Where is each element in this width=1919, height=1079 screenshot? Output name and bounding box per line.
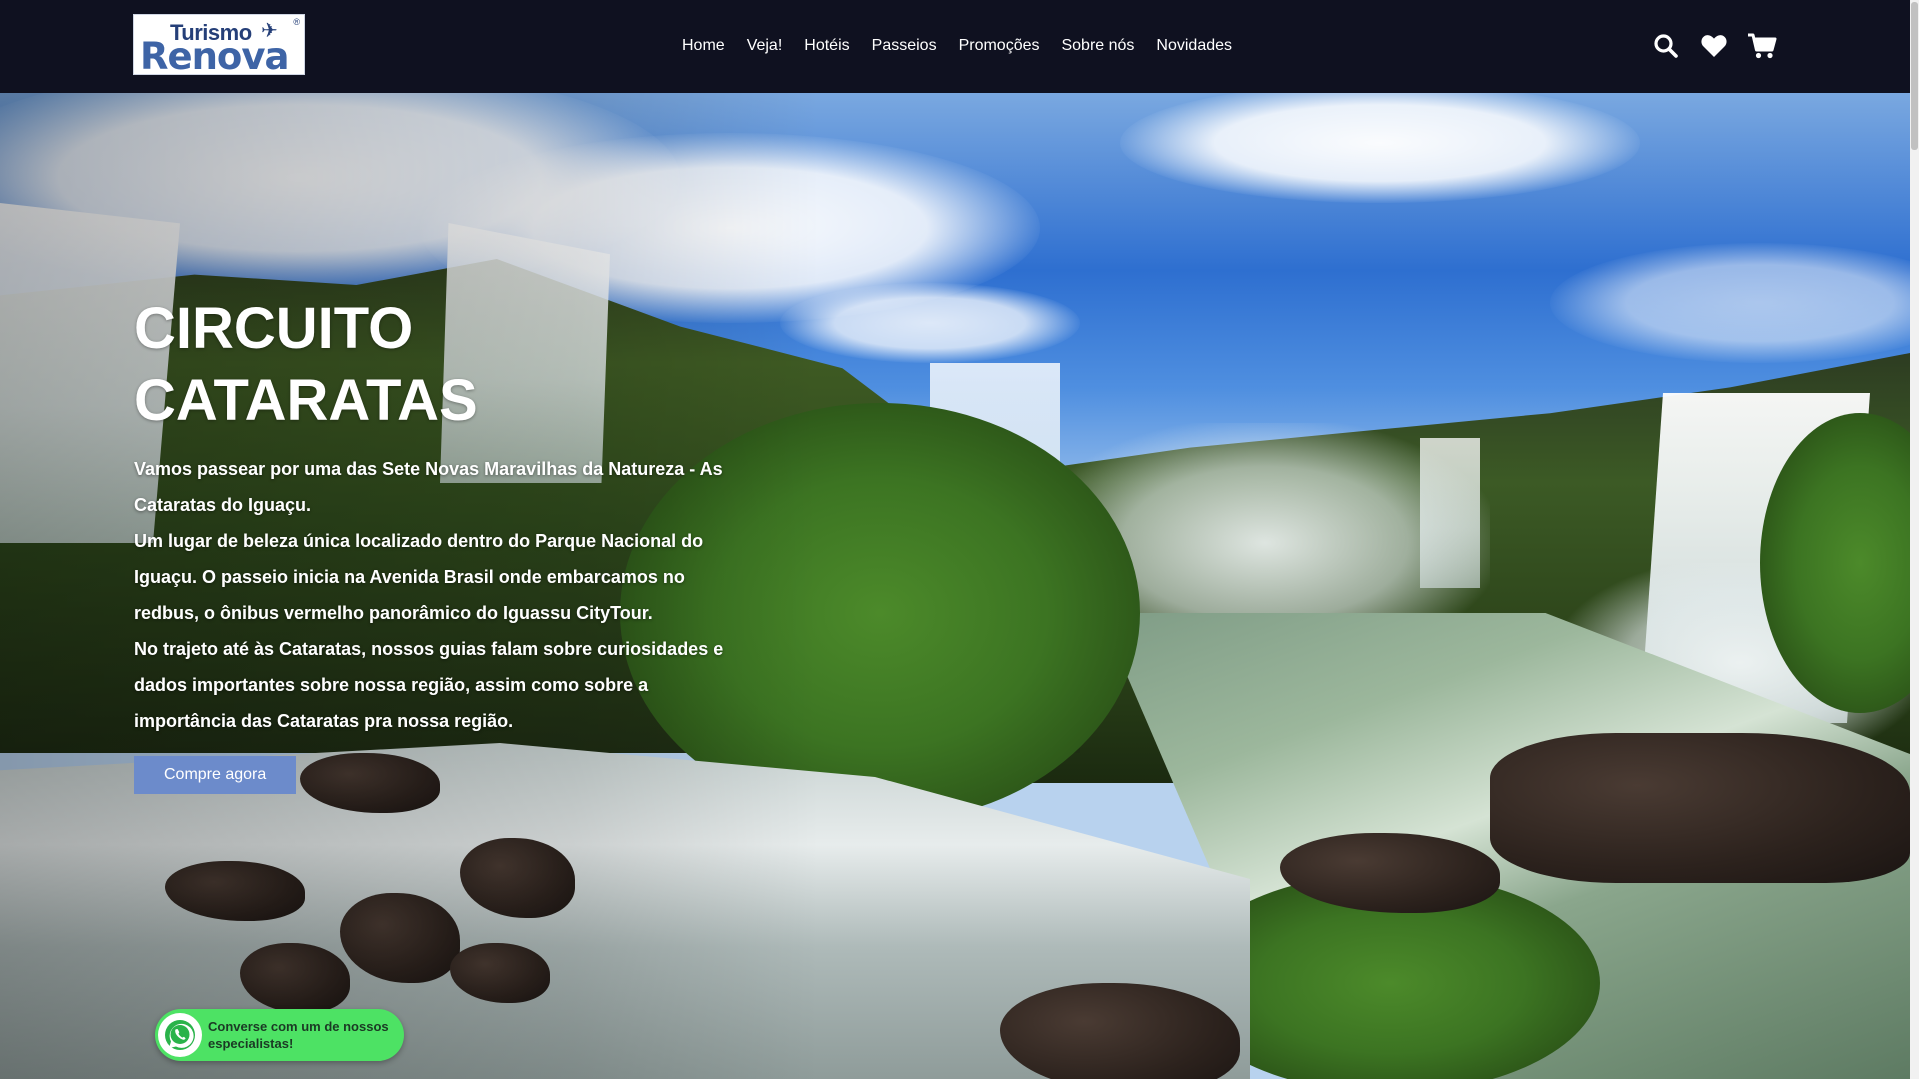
cloud (1120, 93, 1640, 203)
hero-title-line-1: CIRCUITO (134, 296, 414, 361)
hero-title-line-2: CATARATAS (134, 368, 478, 433)
whatsapp-chat-button[interactable]: Converse com um de nossos especialistas! (155, 1009, 404, 1061)
page-scrollbar[interactable] (1910, 0, 1919, 1079)
main-nav: Home Veja! Hotéis Passeios Promoções Sob… (682, 34, 1254, 58)
registered-mark: ® (293, 17, 300, 27)
cloud (780, 283, 1080, 363)
whatsapp-icon (158, 1013, 202, 1057)
brand-logo[interactable]: Turismo ✈ Renova ® (133, 14, 305, 75)
nav-item-promocoes[interactable]: Promoções (959, 34, 1040, 58)
hero-paragraph: No trajeto até às Cataratas, nossos guia… (134, 639, 724, 731)
page: CIRCUITO CATARATAS Vamos passear por uma … (0, 0, 1919, 1079)
site-header: Turismo ✈ Renova ® Home Veja! Hotéis Pas… (0, 0, 1910, 93)
rock (1490, 733, 1910, 883)
hero-title: CIRCUITO CATARATAS (134, 293, 554, 437)
scrollbar-thumb[interactable] (1911, 2, 1918, 150)
header-actions (1651, 31, 1795, 61)
nav-item-home[interactable]: Home (682, 34, 725, 58)
nav-item-veja[interactable]: Veja! (747, 34, 783, 58)
buy-now-button[interactable]: Compre agora (134, 756, 297, 794)
cloud (1550, 243, 1910, 363)
hero-paragraph: Um lugar de beleza única localizado dent… (134, 531, 704, 623)
nav-item-sobre-nos[interactable]: Sobre nós (1061, 34, 1134, 58)
logo-text-bottom: Renova (140, 35, 289, 75)
hero-paragraph: Vamos passear por uma das Sete Novas Mar… (134, 459, 723, 515)
nav-item-novidades[interactable]: Novidades (1156, 34, 1232, 58)
nav-item-passeios[interactable]: Passeios (872, 34, 937, 58)
search-icon[interactable] (1651, 31, 1681, 61)
whatsapp-label: Converse com um de nossos especialistas! (208, 1019, 389, 1051)
heart-icon[interactable] (1699, 31, 1729, 61)
hero-content: CIRCUITO CATARATAS Vamos passear por uma … (134, 293, 734, 794)
nav-item-hoteis[interactable]: Hotéis (804, 34, 849, 58)
hero-description: Vamos passear por uma das Sete Novas Mar… (134, 451, 734, 739)
cart-icon[interactable] (1747, 31, 1777, 61)
